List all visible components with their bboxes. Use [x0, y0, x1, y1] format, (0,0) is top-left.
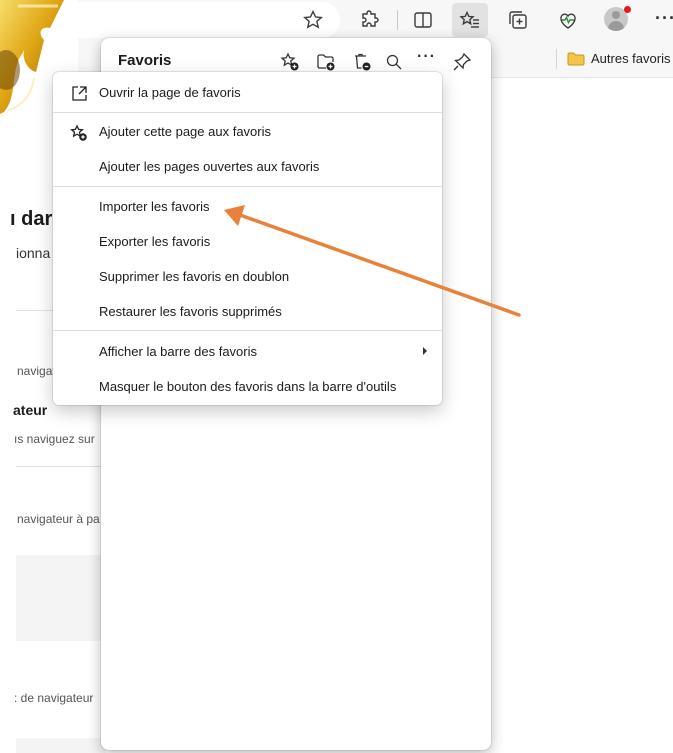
menu-item-open-favorites-page[interactable]: Ouvrir la page de favoris [53, 76, 442, 110]
menu-item-label: Supprimer les favoris en doublon [99, 269, 290, 284]
background-card [16, 555, 106, 641]
notification-dot [624, 6, 631, 13]
more-icon[interactable]: ··· [655, 8, 673, 29]
submenu-arrow-icon [423, 347, 427, 355]
background-card [16, 738, 106, 753]
favorites-bar-divider [556, 49, 557, 69]
background-text: navigateur à pa [17, 512, 100, 526]
pin-icon[interactable] [451, 51, 473, 73]
browser-essentials-icon[interactable] [556, 8, 580, 32]
delete-favorites-icon[interactable] [351, 51, 373, 73]
menu-item-remove-duplicates[interactable]: Supprimer les favoris en doublon [53, 260, 442, 294]
folder-icon [567, 52, 585, 66]
collections-icon[interactable] [506, 8, 530, 32]
menu-item-label: Ouvrir la page de favoris [99, 85, 241, 100]
open-external-icon [69, 84, 89, 104]
menu-divider [53, 330, 442, 331]
menu-item-add-page-to-favorites[interactable]: Ajouter cette page aux favoris [53, 115, 442, 149]
menu-item-export-favorites[interactable]: Exporter les favoris [53, 225, 442, 259]
background-text: navigat [17, 364, 56, 378]
add-favorite-icon[interactable] [279, 51, 301, 73]
background-heading: ı dar [10, 208, 53, 230]
menu-divider [53, 112, 442, 113]
menu-item-label: Masquer le bouton des favoris dans la ba… [99, 379, 397, 394]
search-icon[interactable] [383, 51, 405, 73]
add-folder-icon[interactable] [315, 51, 337, 73]
favorites-icon[interactable] [458, 8, 482, 32]
menu-item-label: Ajouter cette page aux favoris [99, 124, 271, 139]
more-options-icon[interactable]: ··· [417, 48, 439, 70]
menu-item-restore-deleted[interactable]: Restaurer les favoris supprimés [53, 295, 442, 329]
background-text: ıs naviguez sur [14, 432, 95, 446]
background-text: : de navigateur [14, 691, 94, 705]
background-divider [16, 466, 106, 467]
menu-item-label: Restaurer les favoris supprimés [99, 304, 282, 319]
menu-item-show-favorites-bar[interactable]: Afficher la barre des favoris [53, 335, 442, 369]
star-outline-icon[interactable] [301, 8, 325, 32]
favorites-more-menu: Ouvrir la page de favoris Ajouter cette … [53, 72, 442, 405]
menu-item-label: Ajouter les pages ouvertes aux favoris [99, 159, 320, 174]
background-subheading: ionna [16, 245, 51, 261]
menu-item-label: Exporter les favoris [99, 234, 211, 249]
extensions-icon[interactable] [358, 8, 382, 32]
menu-item-add-open-pages[interactable]: Ajouter les pages ouvertes aux favoris [53, 150, 442, 184]
menu-divider [53, 186, 442, 187]
menu-item-label: Afficher la barre des favoris [99, 344, 257, 359]
toolbar-divider [397, 10, 398, 30]
split-screen-icon[interactable] [411, 8, 435, 32]
menu-item-import-favorites[interactable]: Importer les favoris [53, 190, 442, 224]
background-heading: ateur [13, 402, 48, 418]
add-favorite-icon [69, 123, 89, 143]
panel-title: Favoris [118, 52, 172, 69]
other-favorites-folder[interactable]: Autres favoris [591, 51, 670, 66]
menu-item-hide-favorites-button[interactable]: Masquer le bouton des favoris dans la ba… [53, 370, 442, 404]
menu-item-label: Importer les favoris [99, 199, 210, 214]
